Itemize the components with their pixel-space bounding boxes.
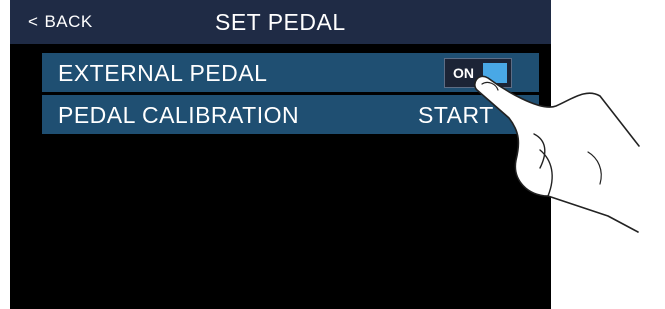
header-bar: < BACK SET PEDAL: [10, 0, 551, 44]
external-pedal-row[interactable]: EXTERNAL PEDAL ON: [42, 53, 539, 92]
toggle-knob: [483, 63, 507, 83]
external-pedal-toggle[interactable]: ON: [444, 58, 512, 88]
external-pedal-label: EXTERNAL PEDAL: [58, 60, 268, 86]
toggle-state-label: ON: [453, 65, 474, 81]
device-screen: < BACK SET PEDAL EXTERNAL PEDAL ON PEDAL …: [10, 0, 551, 309]
pedal-calibration-row[interactable]: PEDAL CALIBRATION START: [42, 95, 539, 134]
back-button[interactable]: < BACK: [28, 12, 93, 32]
pedal-calibration-label: PEDAL CALIBRATION: [58, 102, 300, 128]
back-label: BACK: [44, 12, 93, 31]
start-button[interactable]: START: [418, 102, 494, 129]
chevron-left-icon: <: [28, 12, 39, 31]
page-title: SET PEDAL: [215, 9, 346, 35]
